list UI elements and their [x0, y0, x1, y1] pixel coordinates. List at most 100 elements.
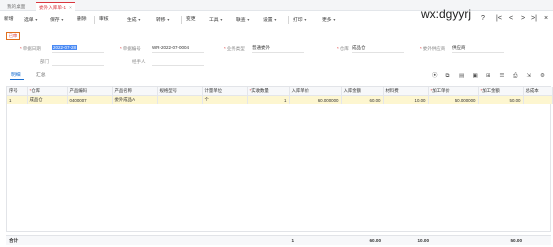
list-icon[interactable]: ☰ — [500, 72, 505, 80]
toolbar-delete-label: 删除 — [77, 17, 87, 22]
toolbar-tools-label: 工具 — [209, 18, 219, 23]
column-header-product-name[interactable]: 产品名称 — [112, 87, 158, 96]
cell-processing-amount[interactable]: 50.00 — [478, 95, 524, 104]
biz-type-label: *业务类型 — [224, 46, 245, 51]
total-material: 10.00 — [417, 238, 430, 243]
column-header-total-cost[interactable]: 总成本 — [523, 87, 553, 96]
column-header-spec[interactable]: 规格型号 — [157, 87, 203, 96]
tab-summary[interactable]: 汇总 — [36, 71, 46, 78]
next-record-icon[interactable]: > — [521, 14, 525, 24]
table-row[interactable]: 1 成品仓 0400007 委外成品A 个 1 60.000000 60.00 10.00 50.… — [7, 95, 553, 104]
tab-desktop-label: 我的桌面 — [7, 4, 26, 9]
cell-unit[interactable]: 个 — [202, 95, 248, 104]
number-field[interactable]: WR-2022-07-0004 — [152, 44, 189, 52]
table-header-row: 序号 *仓库 产品编码 产品名称 规格型号 计量单位 *实收数量 入库单价 入库金额 材料费 *加工… — [7, 87, 553, 96]
cell-amount[interactable]: 60.00 — [341, 95, 384, 104]
toolbar-transfer-button[interactable]: 转移▼ — [156, 16, 170, 24]
print-icon[interactable]: ⎙ — [513, 72, 517, 80]
total-processing: 50.00 — [510, 238, 523, 243]
column-header-processing-amount[interactable]: *加工金额 — [478, 87, 524, 96]
date-field[interactable]: 2022-07-28 — [52, 44, 78, 52]
close-icon[interactable]: × — [69, 5, 72, 10]
tab-outsource-receipt[interactable]: 委外入库单-1 × — [36, 2, 75, 11]
cell-product-code[interactable]: 0400007 — [67, 95, 113, 104]
date-label: *单据日期 — [20, 46, 41, 51]
cell-total-cost[interactable] — [523, 95, 553, 104]
date-value: 2022-07-28 — [52, 45, 78, 50]
column-header-product-code[interactable]: 产品编码 — [67, 87, 113, 96]
cell-processing-price[interactable]: 50.000000 — [428, 95, 479, 104]
cell-unit-price[interactable]: 60.000000 — [289, 95, 342, 104]
chevron-down-icon: ▼ — [332, 18, 337, 22]
column-header-unit[interactable]: 计量单位 — [202, 87, 248, 96]
toolbar-more-button[interactable]: 更多▼ — [322, 16, 336, 24]
cell-seq[interactable]: 1 — [7, 95, 28, 104]
tab-desktop[interactable]: 我的桌面 — [4, 2, 28, 11]
chevron-down-icon: ▼ — [273, 18, 278, 22]
prev-record-icon[interactable]: < — [509, 14, 513, 24]
chevron-down-icon: ▼ — [166, 18, 171, 22]
status-badge: 已审 — [6, 32, 20, 40]
tab-detail[interactable]: 明细 — [11, 71, 21, 78]
toolbar-generate-label: 生成 — [127, 18, 137, 23]
handler-underline — [152, 65, 204, 66]
toolbar-generate-button[interactable]: 生成▼ — [127, 16, 141, 24]
lines-table: 序号 *仓库 产品编码 产品名称 规格型号 计量单位 *实收数量 入库单价 入库金额 材料费 *加工… — [7, 87, 553, 104]
table-icon[interactable]: ⊞ — [486, 72, 491, 80]
toolbar-query-button[interactable]: 联查▼ — [236, 16, 250, 24]
column-header-seq[interactable]: 序号 — [7, 87, 28, 96]
column-header-processing-price[interactable]: *加工单价 — [428, 87, 479, 96]
supplier-label: *委外供应商 — [420, 46, 446, 51]
settings-icon[interactable]: ⚙ — [540, 72, 545, 80]
biz-type-underline — [252, 52, 304, 53]
column-header-unit-price[interactable]: 入库单价 — [289, 87, 342, 96]
number-underline — [152, 52, 204, 53]
toolbar-change-button[interactable]: 变更 — [186, 16, 196, 24]
copy-icon[interactable]: ⧉ — [446, 72, 450, 80]
cell-warehouse[interactable]: 成品仓 — [27, 95, 68, 104]
toolbar-select-button[interactable]: 选单▼ — [24, 16, 38, 24]
toolbar-approve-label: 审核 — [99, 17, 109, 22]
location-icon[interactable]: ⦿ — [432, 72, 438, 80]
toolbar-new-button[interactable]: 新增 — [4, 16, 14, 24]
toolbar-print-button[interactable]: 打印▼ — [293, 16, 307, 24]
help-icon[interactable]: ? — [481, 14, 485, 24]
export-icon[interactable]: ⇲ — [527, 72, 532, 80]
chevron-down-icon: ▼ — [219, 18, 224, 22]
dept-underline — [52, 65, 104, 66]
column-header-warehouse[interactable]: *仓库 — [27, 87, 68, 96]
warehouse-field[interactable]: 成品仓 — [352, 44, 366, 52]
column-header-amount[interactable]: 入库金额 — [341, 87, 384, 96]
image-icon[interactable]: ▣ — [473, 72, 478, 80]
doc-icon[interactable]: ▤ — [459, 72, 464, 80]
totals-label: 合计 — [9, 238, 19, 243]
first-record-icon[interactable]: |< — [496, 14, 502, 24]
supplier-field[interactable]: 供应商 — [452, 44, 466, 52]
dept-label: 部门 — [40, 59, 49, 64]
chevron-down-icon: ▼ — [34, 18, 39, 22]
toolbar-delete-button[interactable]: 删除 — [77, 16, 87, 24]
warehouse-label: *仓库 — [337, 46, 349, 51]
toolbar-divider — [288, 16, 289, 24]
toolbar-approve-button[interactable]: 审核 — [99, 16, 109, 24]
warehouse-underline — [352, 52, 404, 53]
toolbar-save-button[interactable]: 保存▼ — [50, 16, 64, 24]
close-window-icon[interactable]: × — [544, 14, 548, 24]
last-record-icon[interactable]: >| — [531, 14, 537, 24]
cell-material-fee[interactable]: 10.00 — [383, 95, 429, 104]
toolbar-tools-button[interactable]: 工具▼ — [209, 16, 223, 24]
column-header-qty[interactable]: *实收数量 — [247, 87, 290, 96]
cell-product-name[interactable]: 委外成品A — [112, 95, 158, 104]
total-amount: 60.00 — [369, 238, 382, 243]
tab-outsource-receipt-label: 委外入库单-1 — [39, 5, 67, 10]
column-header-material-fee[interactable]: 材料费 — [383, 87, 429, 96]
chevron-down-icon: ▼ — [246, 18, 251, 22]
toolbar-save-label: 保存 — [50, 18, 60, 23]
number-label: *单据编号 — [120, 46, 141, 51]
biz-type-select[interactable]: 普通委外 — [252, 44, 270, 52]
cell-qty[interactable]: 1 — [247, 95, 290, 104]
toolbar-more-label: 更多 — [322, 18, 332, 23]
cell-spec[interactable] — [157, 95, 203, 104]
toolbar-settings-button[interactable]: 设置▼ — [263, 16, 277, 24]
totals-row: 合计 1 60.00 10.00 50.00 — [6, 235, 551, 245]
